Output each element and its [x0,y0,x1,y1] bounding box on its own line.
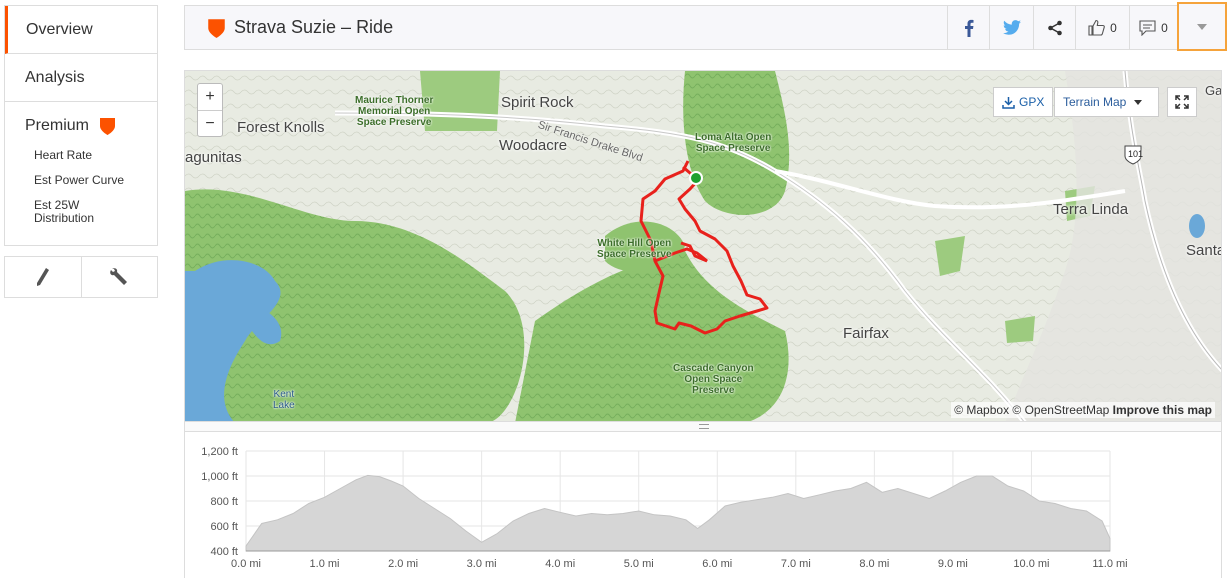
activity-header: Strava Suzie – Ride 0 0 [184,2,1227,51]
fullscreen-button[interactable] [1167,87,1197,117]
park-label-white-hill: White Hill Open Space Preserve [597,238,672,260]
twitter-icon [1002,20,1021,35]
sidebar-item-analysis[interactable]: Analysis [5,54,157,102]
premium-shield-icon [100,118,116,135]
gpx-download-button[interactable]: GPX [993,87,1054,117]
x-tick-label: 4.0 mi [545,558,575,570]
share-icon [1047,20,1062,35]
edit-button[interactable] [5,257,81,297]
place-label-woodacre: Woodacre [499,137,568,154]
elevation-chart-svg: 400 ft 600 ft 800 ft 1,000 ft 1,200 ft 0.0 mi… [201,446,1127,570]
premium-section: Premium Heart Rate Est Power Curve Est 2… [5,102,157,245]
fullscreen-icon [1175,95,1189,109]
premium-label: Premium [25,117,90,134]
place-label-terra-linda: Terra Linda [1053,201,1129,218]
place-label-lagunitas: agunitas [185,149,242,166]
map-resize-handle[interactable] [184,422,1222,432]
zoom-out-button[interactable]: − [198,110,222,136]
attribution-text[interactable]: © Mapbox © OpenStreetMap [954,403,1109,417]
premium-item-25w-distribution[interactable]: Est 25W Distribution [34,199,114,225]
y-tick-label: 600 ft [210,521,238,533]
comments-button[interactable]: 0 [1129,6,1177,49]
gpx-label: GPX [1019,95,1045,109]
elevation-area [245,474,1111,552]
y-tick-label: 400 ft [210,546,238,558]
title-wrap: Strava Suzie – Ride [185,17,947,39]
zoom-controls: + − [197,83,223,137]
kudos-button[interactable]: 0 [1075,6,1129,49]
premium-item-heart-rate[interactable]: Heart Rate [34,149,157,162]
x-tick-label: 11.0 mi [1092,558,1127,570]
premium-shield-icon [208,18,225,38]
wrench-icon [110,268,128,285]
grip-icon [699,424,709,429]
lake-label-kent: Kent Lake [273,389,295,411]
facebook-share-button[interactable] [947,6,989,49]
route-map[interactable]: Forest Knolls Spirit Rock Woodacre aguni… [184,70,1222,422]
more-options-dropdown[interactable] [1177,2,1227,51]
caret-down-icon [1134,99,1143,105]
x-tick-label: 9.0 mi [938,558,968,570]
pencil-icon [36,268,49,286]
sidebar-item-label: Overview [26,20,93,38]
x-tick-label: 6.0 mi [702,558,732,570]
park-label-loma-alta: Loma Alta Open Space Preserve [695,132,772,154]
place-label-santa: Santa [1186,242,1222,259]
map-style-dropdown[interactable]: Terrain Map [1054,87,1159,117]
y-tick-label: 1,200 ft [201,446,238,458]
comment-icon [1139,19,1156,36]
map-style-label: Terrain Map [1063,95,1127,109]
x-tick-label: 5.0 mi [624,558,654,570]
premium-item-power-curve[interactable]: Est Power Curve [34,174,157,187]
x-tick-label: 2.0 mi [388,558,418,570]
elevation-chart[interactable]: 400 ft 600 ft 800 ft 1,000 ft 1,200 ft 0.0 mi… [184,432,1222,578]
download-icon [1002,96,1015,109]
x-tick-label: 1.0 mi [310,558,340,570]
actions-button[interactable] [80,257,158,297]
park-label-cascade-canyon: Cascade Canyon Open Space Preserve [673,363,754,396]
map-attribution: © Mapbox © OpenStreetMap Improve this ma… [951,402,1215,418]
chevron-down-icon [1197,23,1207,30]
improve-map-link[interactable]: Improve this map [1113,403,1212,417]
y-tick-label: 800 ft [210,496,238,508]
sidebar-item-label: Analysis [25,68,85,86]
premium-heading[interactable]: Premium [25,111,157,141]
sidebar-item-overview[interactable]: Overview [5,6,157,54]
page-title: Strava Suzie – Ride [234,17,394,37]
x-tick-label: 8.0 mi [859,558,889,570]
kudos-count: 0 [1110,20,1117,35]
y-tick-label: 1,000 ft [201,471,238,483]
place-label-spirit-rock: Spirit Rock [501,94,574,111]
twitter-share-button[interactable] [989,6,1033,49]
premium-list: Heart Rate Est Power Curve Est 25W Distr… [25,149,157,225]
x-tick-label: 3.0 mi [467,558,497,570]
tool-row [4,256,158,298]
comments-count: 0 [1161,20,1168,35]
zoom-in-button[interactable]: + [198,84,222,110]
x-tick-label: 10.0 mi [1013,558,1049,570]
facebook-icon [964,19,973,37]
highway-shield-101: 101 [1128,149,1144,159]
share-button[interactable] [1033,6,1075,49]
x-tick-label: 7.0 mi [781,558,811,570]
place-label-fairfax: Fairfax [843,325,889,342]
sidebar-nav: Overview Analysis Premium Heart Rate Est… [4,5,158,246]
sidebar: Overview Analysis Premium Heart Rate Est… [4,5,158,298]
park-label-maurice-thorner: Maurice Thorner Memorial Open Space Pres… [355,95,434,128]
place-label-forest-knolls: Forest Knolls [237,119,325,136]
thumbs-up-icon [1088,19,1105,36]
place-label-ga: Ga [1205,83,1222,98]
x-tick-label: 0.0 mi [231,558,261,570]
